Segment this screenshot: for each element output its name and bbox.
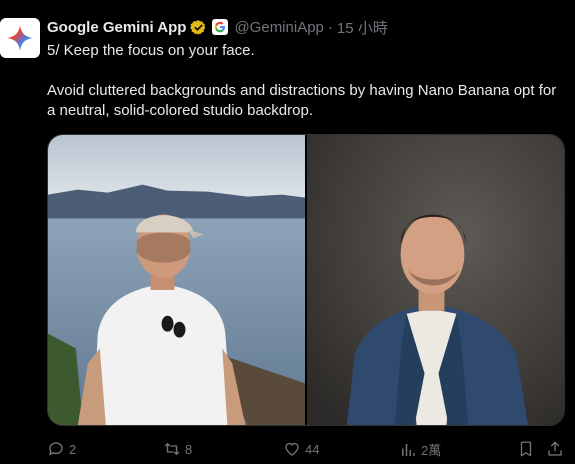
author-handle[interactable]: @GeminiApp — [234, 19, 323, 36]
google-g-icon[interactable] — [212, 19, 229, 35]
reply-button[interactable]: 2 — [47, 440, 76, 458]
media-grid — [47, 134, 565, 426]
repost-count: 8 — [185, 441, 193, 457]
repost-icon — [164, 443, 180, 455]
action-bar: 2 8 44 2萬 — [47, 438, 567, 460]
share-icon — [548, 441, 562, 456]
author-display-name[interactable]: Google Gemini App — [47, 19, 186, 36]
verified-badge-icon[interactable] — [190, 19, 207, 36]
post-timestamp[interactable]: 15 小時 — [337, 17, 388, 38]
post-paragraph-1: 5/ Keep the focus on your face. — [47, 42, 255, 59]
repost-button[interactable]: 8 — [163, 440, 192, 458]
analytics-icon — [402, 443, 415, 456]
like-button[interactable]: 44 — [283, 440, 319, 458]
bookmark-icon — [520, 441, 532, 457]
heart-icon — [285, 442, 299, 456]
gemini-sparkle-icon — [7, 25, 33, 51]
share-button[interactable] — [546, 440, 564, 458]
reply-icon — [48, 442, 63, 456]
bookmark-button[interactable] — [517, 440, 535, 458]
photo-outdoor-lake[interactable] — [48, 135, 305, 425]
photo-studio-portrait[interactable] — [307, 135, 564, 425]
header-separator: · — [327, 18, 333, 36]
like-count: 44 — [305, 441, 320, 457]
avatar[interactable] — [0, 18, 40, 58]
reply-count: 2 — [69, 441, 77, 457]
post-paragraph-2: Avoid cluttered backgrounds and distract… — [47, 82, 557, 119]
post-body: 5/ Keep the focus on your face. Avoid cl… — [47, 41, 567, 121]
views-button[interactable]: 2萬 — [399, 440, 441, 459]
post-header: Google Gemini App @GeminiApp · 15 小時 — [47, 16, 388, 38]
views-count: 2萬 — [421, 443, 442, 458]
